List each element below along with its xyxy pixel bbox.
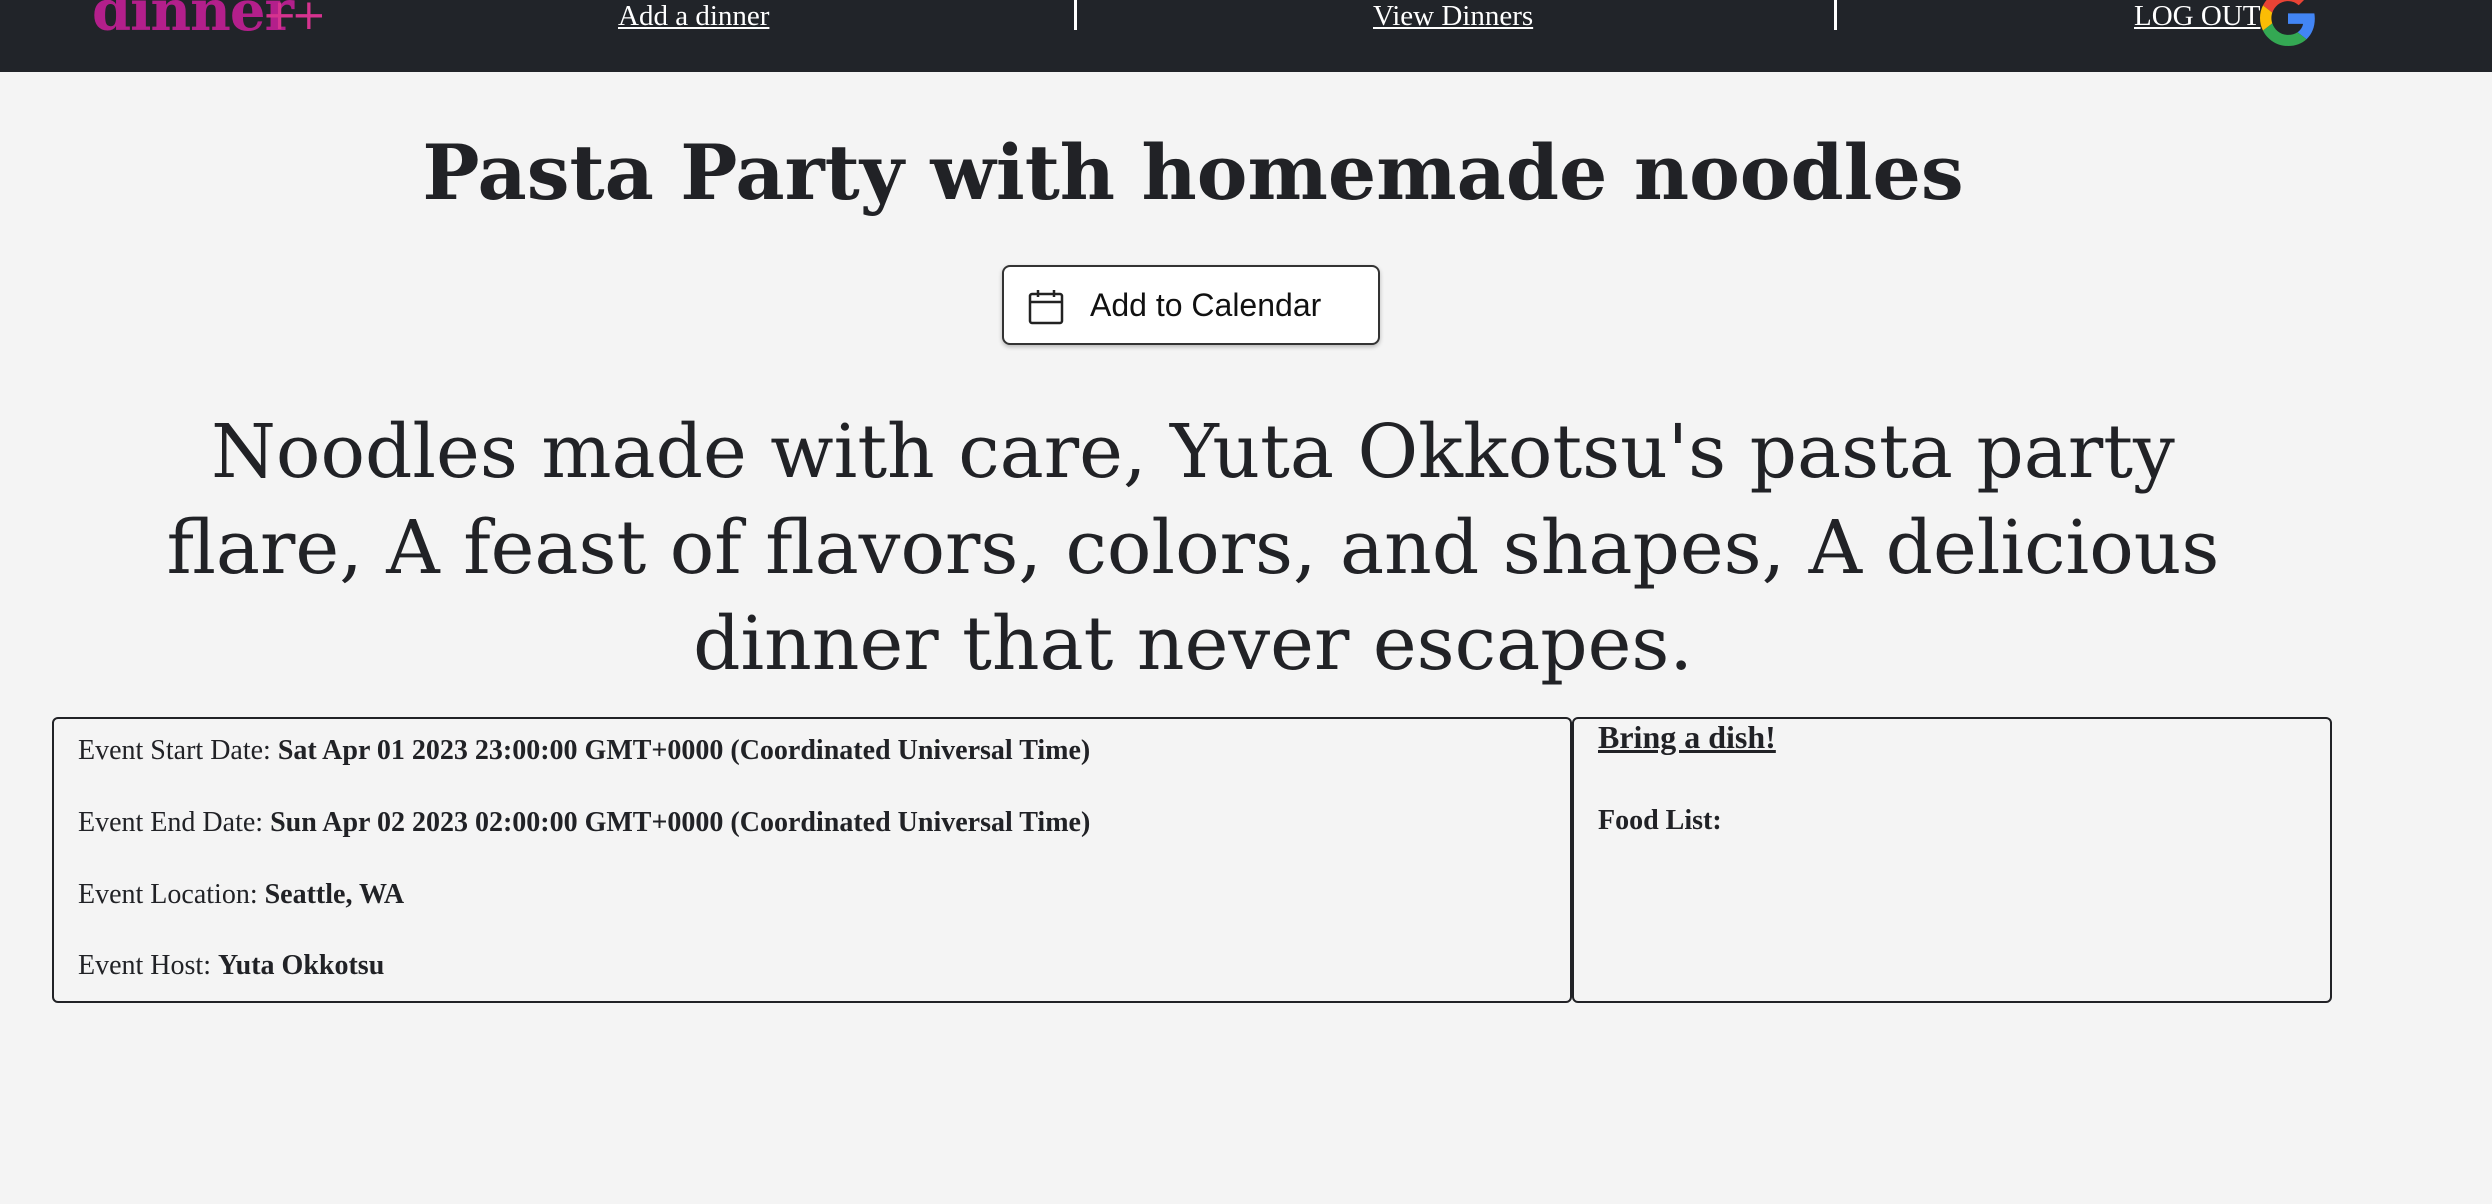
event-end-value: Sun Apr 02 2023 02:00:00 GMT+0000 (Coord… <box>270 807 1091 838</box>
nav-separator <box>1074 0 1077 30</box>
event-start-value: Sat Apr 01 2023 23:00:00 GMT+0000 (Coord… <box>277 735 1091 766</box>
logout-link[interactable]: LOG OUT <box>2134 0 2260 33</box>
event-host: Event Host: Yuta Okkotsu <box>78 950 384 982</box>
bring-a-dish-link[interactable]: Bring a dish! <box>1598 719 1776 756</box>
event-location: Event Location: Seattle, WA <box>78 879 404 911</box>
add-to-calendar-label: Add to Calendar <box>1090 287 1322 323</box>
event-host-label: Event Host: <box>78 950 218 981</box>
event-host-value: Yuta Okkotsu <box>218 950 385 981</box>
add-to-calendar-button[interactable]: Add to Calendar <box>1002 265 1380 345</box>
event-location-label: Event Location: <box>78 879 265 910</box>
nav-separator <box>1834 0 1837 30</box>
event-start-label: Event Start Date: <box>78 735 278 766</box>
brand-suffix: ++ <box>262 0 326 39</box>
event-start-date: Event Start Date: Sat Apr 01 2023 23:00:… <box>78 735 1090 767</box>
event-end-date: Event End Date: Sun Apr 02 2023 02:00:00… <box>78 807 1090 839</box>
brand-logo[interactable]: dinner ++ <box>92 0 326 44</box>
calendar-icon <box>1028 290 1064 325</box>
google-icon[interactable] <box>2260 0 2316 46</box>
add-dinner-link[interactable]: Add a dinner <box>618 0 769 33</box>
page-title: Pasta Party with homemade noodles <box>422 128 1964 217</box>
top-navbar: dinner ++ Add a dinner View Dinners LOG O… <box>0 0 2492 72</box>
event-end-label: Event End Date: <box>78 807 271 838</box>
bring-a-dish-box: Bring a dish! Food List: <box>1572 717 2332 1003</box>
event-description: Noodles made with care, Yuta Okkotsu's p… <box>166 409 2220 687</box>
food-list-label: Food List: <box>1598 805 1722 836</box>
event-details-box: Event Start Date: Sat Apr 01 2023 23:00:… <box>52 717 1572 1003</box>
event-location-value: Seattle, WA <box>264 879 405 910</box>
view-dinners-link[interactable]: View Dinners <box>1373 0 1533 33</box>
